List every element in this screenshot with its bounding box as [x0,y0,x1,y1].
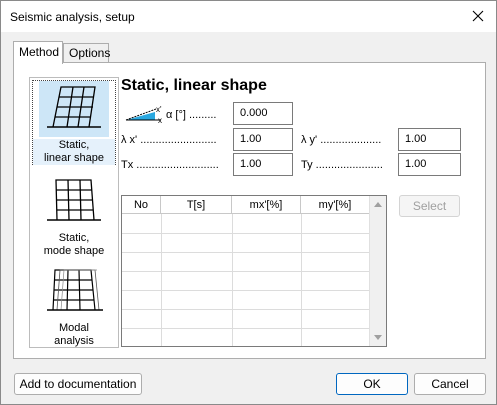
add-to-documentation-label: Add to documentation [19,377,137,391]
ty-value: 1.00 [405,158,427,170]
lambda-x-label: λ x' ......................... [121,134,217,146]
angle-icon: x' x [125,105,162,123]
seismic-setup-dialog: Seismic analysis, setup Method Options S… [0,0,497,405]
ty-label: Ty ...................... [301,159,383,171]
table-row[interactable] [122,233,370,234]
table-row[interactable] [122,328,370,329]
method-static-linear-label-1: Static, [58,139,90,151]
lambda-x-input[interactable]: 1.00 [233,128,293,151]
axis-x-label: x [158,116,162,123]
method-list[interactable]: Static, linear shape Static, mode shape … [29,77,119,348]
tab-options[interactable]: Options [63,43,111,62]
tab-method-label: Method [19,45,60,59]
axis-x-prime-label: x' [156,105,162,114]
alpha-input[interactable]: 0.000 [233,102,293,125]
window-title: Seismic analysis, setup [10,10,135,24]
method-static-mode[interactable]: Static, mode shape [32,174,116,257]
ty-input[interactable]: 1.00 [398,153,461,176]
lambda-y-input[interactable]: 1.00 [398,128,461,151]
method-static-linear-label-2: linear shape [44,152,104,164]
column-header-period[interactable]: T[s] [161,196,232,213]
select-button[interactable]: Select [399,195,460,217]
results-table[interactable]: No T[s] mx'[%] my'[%] [121,195,387,347]
tx-input[interactable]: 1.00 [233,153,293,176]
ok-button-label: OK [363,377,381,391]
cancel-button[interactable]: Cancel [414,373,486,395]
table-row[interactable] [122,271,370,272]
select-button-label: Select [412,199,447,213]
frame-linear-icon [39,81,109,137]
method-tab-panel: Static, linear shape Static, mode shape … [13,62,486,359]
column-header-no[interactable]: No [122,196,161,213]
frame-mode-icon [39,174,109,230]
method-static-mode-label-2: mode shape [43,245,105,257]
column-header-my[interactable]: my'[%] [301,196,370,213]
lambda-x-value: 1.00 [240,133,262,145]
table-row[interactable] [122,309,370,310]
method-modal-analysis[interactable]: Modal analysis [32,264,116,347]
add-to-documentation-button[interactable]: Add to documentation [14,373,142,395]
scroll-up-icon[interactable] [374,202,382,207]
ok-button[interactable]: OK [336,373,408,395]
alpha-label: α [°] ......... [166,109,217,121]
tab-options-label: Options [69,46,111,60]
lambda-y-value: 1.00 [405,133,427,145]
cancel-button-label: Cancel [431,377,469,391]
table-header: No T[s] mx'[%] my'[%] [122,196,370,214]
table-row[interactable] [122,290,370,291]
tx-value: 1.00 [240,158,262,170]
tab-method[interactable]: Method [13,41,63,64]
method-modal-label-2: analysis [54,335,94,347]
method-static-linear[interactable]: Static, linear shape [32,80,116,165]
table-vertical-scrollbar[interactable] [369,196,386,346]
method-static-mode-label-1: Static, [58,232,90,244]
column-header-mx[interactable]: mx'[%] [232,196,301,213]
table-row[interactable] [122,252,370,253]
close-icon [472,10,484,22]
method-modal-label-1: Modal [59,322,89,334]
tx-label: Tx ........................... [121,159,219,171]
close-button[interactable] [466,5,490,27]
lambda-y-label: λ y' .................... [301,134,382,146]
alpha-value: 0.000 [240,107,268,119]
scroll-down-icon[interactable] [374,335,382,340]
title-bar: Seismic analysis, setup [1,1,496,32]
section-title: Static, linear shape [121,77,267,94]
frame-modal-icon [39,264,109,320]
